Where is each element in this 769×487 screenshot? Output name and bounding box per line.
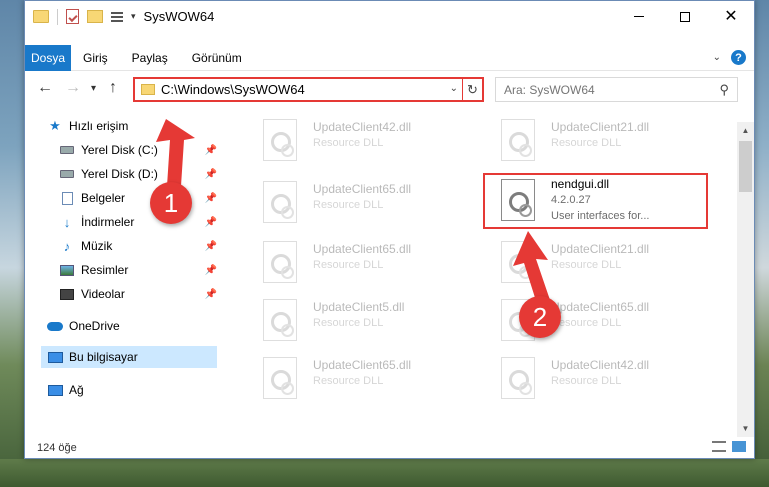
annotation-step-1: 1 xyxy=(150,182,192,224)
arrow-2 xyxy=(513,231,550,304)
annotation-arrows xyxy=(156,119,550,304)
arrow-1 xyxy=(156,119,195,186)
annotation-step-2: 2 xyxy=(519,296,561,338)
